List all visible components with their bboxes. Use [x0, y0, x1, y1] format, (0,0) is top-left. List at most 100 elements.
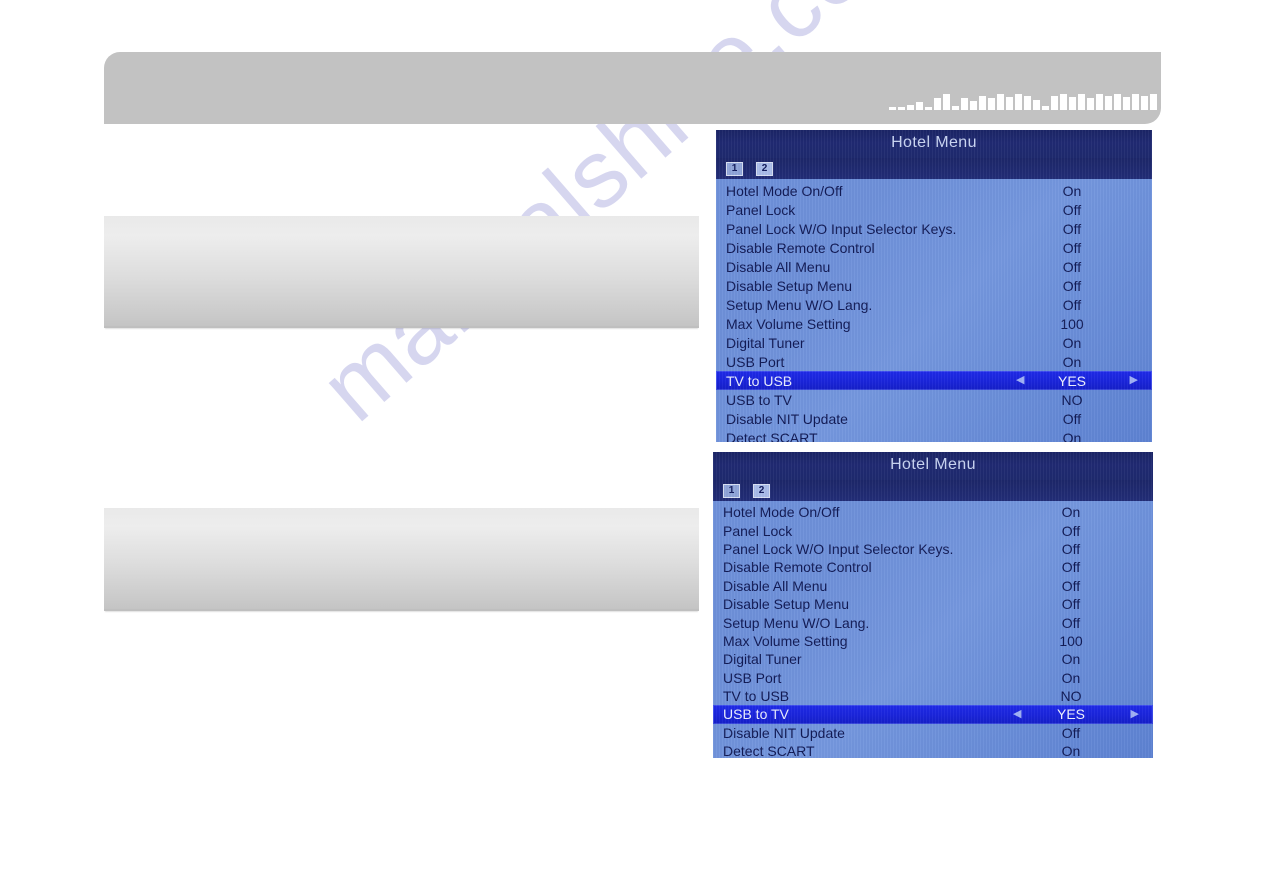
osd-row[interactable]: Setup Menu W/O Lang. Off [713, 613, 1153, 631]
osd-row-label: Disable Setup Menu [726, 277, 853, 294]
osd-row[interactable]: Disable Remote Control Off [716, 238, 1152, 257]
redacted-block-29 [1123, 97, 1130, 110]
osd-row-label: Disable All Menu [723, 577, 828, 594]
osd-row-label: Disable Remote Control [726, 239, 875, 256]
redacted-block-16 [1006, 97, 1013, 110]
osd-row-label: Disable Setup Menu [723, 596, 850, 613]
osd-row-list: Hotel Mode On/Off On Panel Lock Off Panel Lo… [716, 179, 1152, 442]
osd-row[interactable]: Hotel Mode On/Off On [713, 503, 1153, 521]
redacted-block-15 [997, 94, 1004, 110]
osd-row-label: USB Port [726, 353, 785, 370]
osd-row-label: Disable Remote Control [723, 559, 872, 576]
osd-titlebar: Hotel Menu [716, 130, 1152, 158]
osd-row[interactable]: Panel Lock W/O Input Selector Keys. Off [713, 540, 1153, 558]
osd-row-label: Disable All Menu [726, 258, 831, 275]
osd-row-label: Max Volume Setting [723, 632, 848, 649]
osd-panel-1: Hotel Menu 12 Hotel Mode On/Off On Panel L… [716, 130, 1152, 442]
osd-row[interactable]: Setup Menu W/O Lang. Off [716, 295, 1152, 314]
redacted-block-7 [925, 107, 932, 110]
redacted-block-8 [934, 98, 941, 110]
osd-row[interactable]: Disable Setup Menu Off [716, 276, 1152, 295]
osd-titlebar: Hotel Menu [713, 452, 1153, 480]
osd-row-label: Panel Lock [723, 522, 793, 539]
redacted-block-20 [1042, 106, 1049, 110]
osd-tab-2[interactable]: 2 [753, 483, 770, 498]
osd-row[interactable]: Disable NIT Update Off [713, 724, 1153, 742]
osd-row[interactable]: Hotel Mode On/Off On [716, 181, 1152, 200]
redacted-block-28 [1114, 94, 1121, 110]
osd-row-label: Setup Menu W/O Lang. [723, 614, 870, 631]
osd-tab-1[interactable]: 1 [723, 483, 740, 498]
osd-row[interactable]: USB to TV NO [716, 390, 1152, 409]
arrow-right-icon[interactable]: ▶ [1130, 375, 1138, 386]
osd-row[interactable]: Panel Lock W/O Input Selector Keys. Off [716, 219, 1152, 238]
osd-row-label: Max Volume Setting [726, 315, 851, 332]
osd-row-label: Hotel Mode On/Off [726, 182, 843, 199]
osd-row[interactable]: Disable All Menu Off [716, 257, 1152, 276]
redacted-block-5 [907, 105, 914, 110]
osd-panel-2: Hotel Menu 12 Hotel Mode On/Off On Panel L… [713, 452, 1153, 758]
osd-row-label: Panel Lock [726, 201, 796, 218]
redacted-block-9 [943, 94, 950, 110]
redacted-block-25 [1087, 98, 1094, 110]
osd-row[interactable]: USB Port On [716, 352, 1152, 371]
content-block-1 [104, 216, 699, 328]
osd-row-label: Hotel Mode On/Off [723, 504, 840, 521]
redacted-block-32 [1150, 94, 1157, 110]
redacted-block-19 [1033, 100, 1040, 110]
osd-row-label: Detect SCART [723, 743, 815, 758]
redacted-block-27 [1105, 96, 1112, 110]
redacted-block-21 [1051, 96, 1058, 110]
osd-row[interactable]: Digital Tuner On [713, 650, 1153, 668]
redacted-block-31 [1141, 96, 1148, 110]
osd-row-label: TV to USB [723, 688, 790, 705]
arrow-right-icon[interactable]: ▶ [1131, 708, 1139, 720]
osd-row[interactable]: Digital Tuner On [716, 333, 1152, 352]
osd-row[interactable]: Detect SCART On [713, 742, 1153, 758]
redacted-block-11 [961, 98, 968, 110]
osd-row-selected[interactable]: TV to USB ◀ ▶ YES [716, 371, 1152, 390]
osd-row[interactable]: TV to USB NO [713, 687, 1153, 705]
redacted-block-12 [970, 101, 977, 110]
redacted-block-26 [1096, 94, 1103, 110]
osd-row-label: Disable NIT Update [726, 410, 848, 427]
redacted-block-22 [1060, 94, 1067, 110]
osd-row[interactable]: Disable NIT Update Off [716, 409, 1152, 428]
redacted-block-13 [979, 96, 986, 110]
osd-tab-2[interactable]: 2 [756, 161, 773, 176]
osd-tab-bar[interactable]: 12 [716, 158, 1152, 179]
osd-row-label: Digital Tuner [726, 334, 805, 351]
osd-row[interactable]: Disable Remote Control Off [713, 558, 1153, 576]
osd-row[interactable]: USB Port On [713, 669, 1153, 687]
redacted-block-2 [898, 107, 905, 110]
osd-row-selected[interactable]: USB to TV ◀ ▶ YES [713, 705, 1153, 724]
osd-row[interactable]: Disable All Menu Off [713, 577, 1153, 595]
osd-row-label: Panel Lock W/O Input Selector Keys. [726, 220, 957, 237]
osd-tab-1[interactable]: 1 [726, 161, 743, 176]
osd-row-label: USB to TV [723, 706, 789, 723]
redacted-block-23 [1069, 97, 1076, 110]
osd-title: Hotel Menu [890, 456, 976, 473]
osd-tab-bar[interactable]: 12 [713, 480, 1153, 501]
osd-row-label: Panel Lock W/O Input Selector Keys. [723, 540, 954, 557]
osd-row[interactable]: Max Volume Setting 100 [716, 314, 1152, 333]
osd-row[interactable]: Panel Lock Off [713, 521, 1153, 539]
redacted-block-14 [988, 98, 995, 110]
osd-title: Hotel Menu [891, 134, 977, 151]
redacted-block-30 [1132, 94, 1139, 110]
redacted-block-0 [889, 107, 896, 110]
osd-row-label: Digital Tuner [723, 651, 802, 668]
arrow-left-icon[interactable]: ◀ [1016, 375, 1024, 386]
osd-row-label: USB to TV [726, 391, 792, 408]
osd-row-label: Detect SCART [726, 429, 818, 443]
osd-row[interactable]: Detect SCART On [716, 428, 1152, 443]
osd-row[interactable]: Max Volume Setting 100 [713, 632, 1153, 650]
redacted-block-17 [1015, 94, 1022, 110]
redacted-text-icon [889, 88, 1157, 110]
redacted-block-10 [952, 106, 959, 110]
arrow-left-icon[interactable]: ◀ [1013, 708, 1021, 720]
redacted-block-18 [1024, 96, 1031, 110]
osd-row[interactable]: Disable Setup Menu Off [713, 595, 1153, 613]
redacted-block-6 [916, 102, 923, 110]
osd-row[interactable]: Panel Lock Off [716, 200, 1152, 219]
